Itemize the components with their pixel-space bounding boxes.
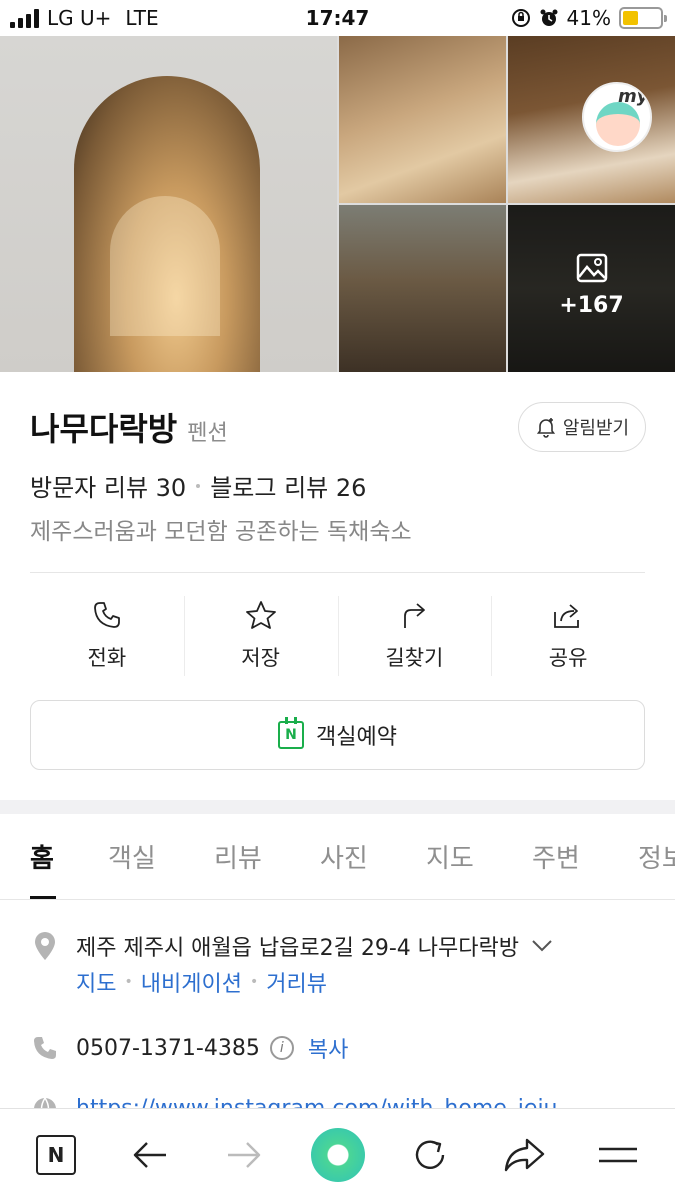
divider [30,572,645,573]
phone-icon [93,602,120,628]
refresh-button[interactable] [408,1133,452,1177]
tab-home[interactable]: 홈 [30,838,54,875]
my-avatar-badge[interactable]: my [582,82,652,152]
phone-row: 0507-1371-4385 i 복사 [30,1032,348,1064]
phone-small-icon [30,1035,60,1061]
tab-nearby[interactable]: 주변 [532,838,580,875]
visitor-reviews-link[interactable]: 방문자 리뷰 30 [30,468,186,503]
tab-reviews[interactable]: 리뷰 [214,838,262,875]
photo-gallery[interactable]: +167 my [0,36,675,372]
browser-toolbar: N [0,1108,675,1200]
photo-living-room[interactable] [339,36,506,203]
notify-button[interactable]: 알림받기 [518,402,646,452]
share-label: 공유 [548,646,588,670]
place-description: 제주스러움과 모던함 공존하는 독채숙소 [30,519,412,545]
blog-reviews-link[interactable]: 블로그 리뷰 26 [210,468,366,503]
green-dot-icon [311,1128,365,1182]
notify-label: 알림받기 [562,418,630,439]
naver-home-button[interactable]: N [34,1133,78,1177]
image-icon [576,253,607,283]
review-summary: 방문자 리뷰 30 블로그 리뷰 26 [30,468,366,503]
directions-icon [404,603,426,628]
refresh-icon [415,1140,445,1169]
photo-main[interactable] [0,36,337,372]
naver-booking-icon: N [278,717,305,749]
battery-icon [619,7,667,29]
tab-bar: 홈 객실 리뷰 사진 지도 주변 정보 [0,814,675,900]
action-bar: 전화 저장 길찾기 공유 [30,594,645,678]
copy-phone-button[interactable]: 복사 [308,1032,348,1064]
info-icon[interactable]: i [269,1036,294,1060]
avatar [596,102,640,146]
naver-logo-icon: N [36,1135,76,1175]
save-label: 저장 [241,646,280,670]
share-icon [554,604,580,628]
tab-map[interactable]: 지도 [426,838,474,875]
call-button[interactable]: 전화 [30,594,184,678]
arrow-left-icon [133,1142,166,1168]
tab-info[interactable]: 정보 [638,838,675,875]
separator-dot: • [124,974,133,990]
arrow-right-icon [228,1142,261,1168]
status-right: 41% [511,6,667,30]
chevron-down-icon[interactable] [531,939,553,953]
hamburger-menu-icon [599,1147,637,1163]
map-link[interactable]: 지도 [76,966,116,998]
address-row[interactable]: 제주 제주시 애월읍 납읍로2길 29-4 나무다락방 [30,930,553,962]
tab-photos[interactable]: 사진 [320,838,368,875]
back-button[interactable] [128,1133,172,1177]
reservation-label: 객실예약 [316,725,397,750]
directions-button[interactable]: 길찾기 [337,594,492,678]
section-separator [0,800,675,814]
share-arrow-icon [504,1138,545,1172]
alarm-icon [540,9,558,26]
green-dot-button[interactable] [310,1127,366,1183]
photo-more-overlay: +167 [508,253,675,318]
share-page-button[interactable] [502,1133,546,1177]
my-badge-label: my [618,86,649,107]
save-button[interactable]: 저장 [183,594,338,678]
tab-rooms[interactable]: 객실 [108,838,156,875]
address-text: 제주 제주시 애월읍 납읍로2길 29-4 나무다락방 [76,936,519,961]
menu-button[interactable] [596,1133,640,1177]
orientation-lock-icon [511,9,530,27]
photo-more[interactable]: +167 [508,205,675,372]
place-name: 나무다락방 [30,410,178,448]
star-icon [245,601,276,629]
separator-dot: • [249,974,259,990]
separator-dot [196,483,201,488]
battery-percent: 41% [566,6,611,30]
phone-number[interactable]: 0507-1371-4385 [76,1036,260,1061]
address-links: 지도 • 내비게이션 • 거리뷰 [76,966,327,998]
active-tab-indicator [30,896,56,899]
street-view-link[interactable]: 거리뷰 [266,966,327,998]
call-label: 전화 [87,646,127,670]
share-button[interactable]: 공유 [491,594,645,678]
place-category: 펜션 [187,421,228,446]
location-pin-icon [30,931,60,961]
title-row: 나무다락방 펜션 [30,404,228,450]
photo-more-count: +167 [559,293,624,318]
photo-terrace[interactable] [339,205,506,372]
room-reservation-button[interactable]: N 객실예약 [30,700,645,770]
directions-label: 길찾기 [385,646,444,670]
forward-button[interactable] [222,1133,266,1177]
navigation-link[interactable]: 내비게이션 [141,966,242,998]
bell-plus-icon [536,418,555,438]
status-bar: LG U+ LTE 17:47 41% [0,0,675,36]
